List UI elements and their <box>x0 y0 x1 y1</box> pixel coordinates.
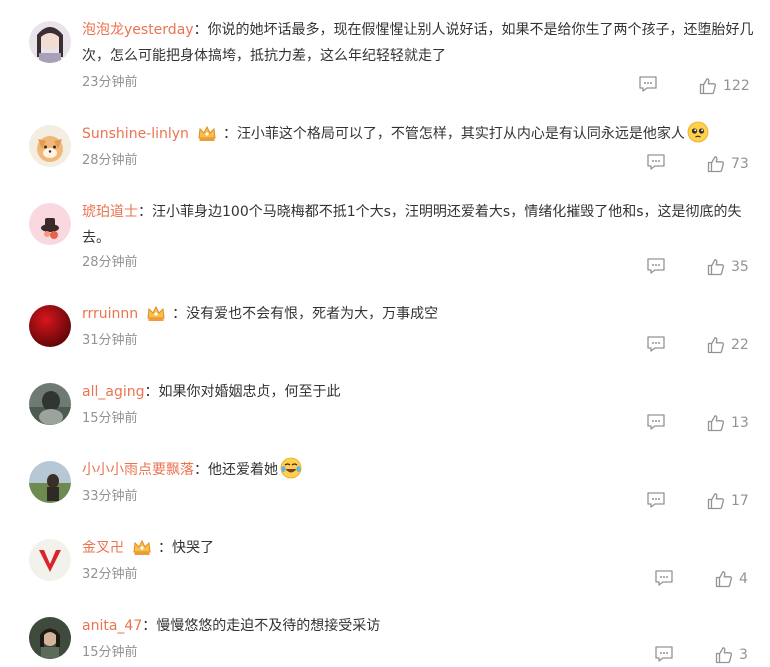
comment-list: 泡泡龙yesterday：你说的她坏话最多，现在假惺惺让别人说好话，如果不是给你… <box>0 0 770 664</box>
timestamp: 32分钟前 <box>82 567 138 582</box>
like-count: 4 <box>739 571 748 587</box>
avatar[interactable] <box>29 305 71 347</box>
reply-icon[interactable] <box>646 257 666 279</box>
avatar[interactable] <box>29 461 71 503</box>
thumbs-up-icon <box>715 571 733 588</box>
like-count: 73 <box>731 156 749 172</box>
username-link[interactable]: 金叉卍 <box>82 540 124 556</box>
separator: ： <box>194 462 208 478</box>
username-link[interactable]: 琥珀道士 <box>82 204 138 220</box>
reply-icon[interactable] <box>654 569 674 591</box>
avatar[interactable] <box>29 125 71 167</box>
comment-text-block: 金叉卍 ：快哭了 <box>82 535 758 565</box>
thumbs-up-icon <box>707 259 725 276</box>
avatar[interactable] <box>29 539 71 581</box>
separator: ： <box>158 540 172 556</box>
like-button[interactable]: 3 <box>715 645 748 665</box>
like-button[interactable]: 22 <box>707 335 749 355</box>
separator: ： <box>138 204 152 220</box>
crown-badge-icon <box>146 304 166 331</box>
like-button[interactable]: 4 <box>715 569 748 589</box>
username-link[interactable]: rrruinnn <box>82 306 138 322</box>
separator: ： <box>144 384 159 400</box>
separator: ： <box>193 22 208 38</box>
timestamp: 15分钟前 <box>82 411 138 426</box>
thumbs-up-icon <box>707 156 725 173</box>
username-link[interactable]: anita_47 <box>82 618 142 634</box>
avatar[interactable] <box>29 383 71 425</box>
crying-laughing-emoji-icon <box>280 457 302 488</box>
avatar[interactable] <box>29 203 71 245</box>
reply-icon[interactable] <box>646 491 666 513</box>
comment-text-block: all_aging：如果你对婚姻忠贞，何至于此 <box>82 379 758 405</box>
avatar[interactable] <box>29 617 71 659</box>
reply-icon[interactable] <box>646 153 666 175</box>
like-button[interactable]: 35 <box>707 257 749 277</box>
username-link[interactable]: Sunshine-linlyn <box>82 126 189 142</box>
comment-text-block: Sunshine-linlyn ：汪小菲这个格局可以了，不管怎样，其实打从内心是有… <box>82 121 758 152</box>
reply-icon[interactable] <box>654 645 674 667</box>
separator: ： <box>172 306 187 322</box>
like-count: 22 <box>731 337 749 353</box>
thumbs-up-icon <box>707 337 725 354</box>
timestamp: 15分钟前 <box>82 645 138 660</box>
timestamp: 33分钟前 <box>82 489 138 504</box>
reply-icon[interactable] <box>646 335 666 357</box>
separator: ： <box>222 126 237 142</box>
thumbs-up-icon <box>699 78 717 95</box>
timestamp: 31分钟前 <box>82 333 138 348</box>
like-count: 122 <box>723 78 750 94</box>
comment-text: 汪小菲这个格局可以了，不管怎样，其实打从内心是有认同永远是他家人 <box>236 126 685 142</box>
timestamp: 28分钟前 <box>82 255 138 270</box>
username-link[interactable]: 泡泡龙yesterday <box>82 22 194 38</box>
thumbs-up-icon <box>707 493 725 510</box>
comment-text-block: 琥珀道士：汪小菲身边100个马晓梅都不抵1个大s，汪明明还爱着大s，情绪化摧毁了… <box>82 199 758 251</box>
timestamp: 28分钟前 <box>82 153 138 168</box>
timestamp: 23分钟前 <box>82 75 138 90</box>
reply-icon[interactable] <box>638 75 658 97</box>
comment-text-block: anita_47：慢慢悠悠的走迫不及待的想接受采访 <box>82 613 758 639</box>
like-count: 13 <box>731 415 749 431</box>
username-link[interactable]: 小小小雨点要飘落 <box>82 462 194 478</box>
like-button[interactable]: 17 <box>707 491 749 511</box>
reply-icon[interactable] <box>646 413 666 435</box>
comment-text-block: rrruinnn ：没有爱也不会有恨，死者为大，万事成空 <box>82 301 758 331</box>
comment-text: 慢慢悠悠的走迫不及待的想接受采访 <box>156 618 381 634</box>
thumbs-up-icon <box>707 415 725 432</box>
comment-text-block: 泡泡龙yesterday：你说的她坏话最多，现在假惺惺让别人说好话，如果不是给你… <box>82 17 758 69</box>
comment-text: 汪小菲身边100个马晓梅都不抵1个大s，汪明明还爱着大s，情绪化摧毁了他和s，这… <box>82 204 742 246</box>
pleading-face-emoji-icon <box>687 121 709 152</box>
like-button[interactable]: 122 <box>699 76 750 96</box>
thumbs-up-icon <box>715 647 733 664</box>
comment-text: 没有爱也不会有恨，死者为大，万事成空 <box>186 306 439 322</box>
like-count: 17 <box>731 493 749 509</box>
like-button[interactable]: 73 <box>707 154 749 174</box>
crown-badge-icon <box>197 124 217 151</box>
comment-text: 他还爱着她 <box>208 462 278 478</box>
username-link[interactable]: all_aging <box>82 384 144 400</box>
comment-text-block: 小小小雨点要飘落：他还爱着她 <box>82 457 758 488</box>
separator: ： <box>142 618 157 634</box>
like-button[interactable]: 13 <box>707 413 749 433</box>
comment-text: 快哭了 <box>172 540 214 556</box>
like-count: 35 <box>731 259 749 275</box>
comment-text: 如果你对婚姻忠贞，何至于此 <box>158 384 341 400</box>
crown-badge-icon <box>132 538 152 565</box>
avatar[interactable] <box>29 21 71 63</box>
